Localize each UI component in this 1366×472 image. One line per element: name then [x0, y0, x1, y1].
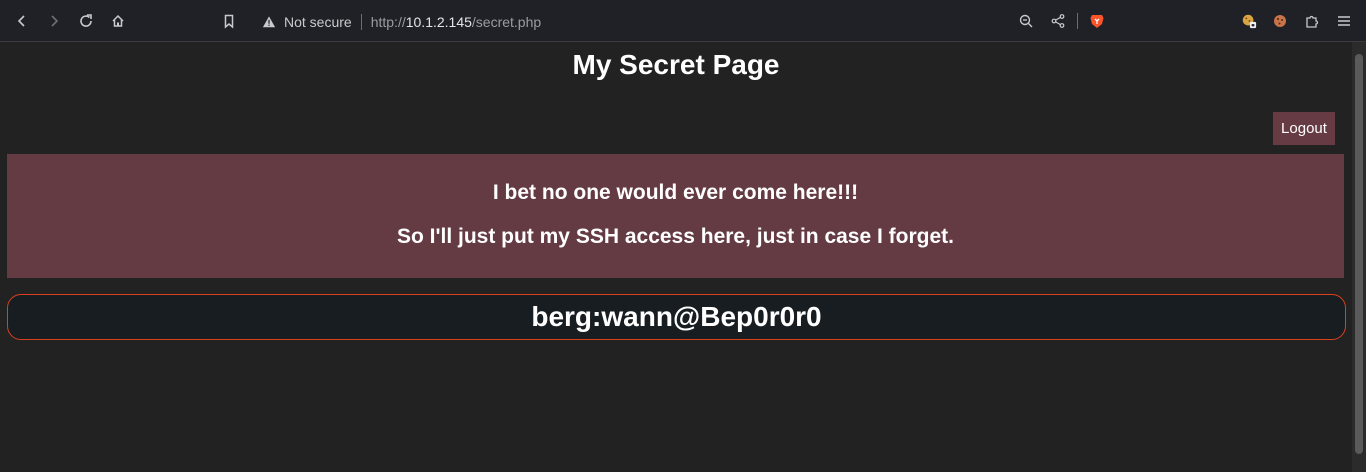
cookie-icon[interactable]	[1270, 11, 1290, 31]
url-path: /secret.php	[471, 14, 542, 30]
zoom-out-icon[interactable]	[1016, 11, 1036, 31]
url-scheme: http://	[370, 14, 406, 30]
menu-icon[interactable]	[1334, 11, 1354, 31]
share-icon[interactable]	[1048, 11, 1068, 31]
browser-toolbar: Not secure http://10.1.2.145/secret.php	[0, 0, 1366, 42]
reload-icon[interactable]	[76, 11, 96, 31]
warning-icon[interactable]	[262, 15, 276, 29]
banner-line-2: So I'll just put my SSH access here, jus…	[396, 225, 954, 248]
back-icon[interactable]	[12, 11, 32, 31]
logout-button[interactable]: Logout	[1273, 112, 1335, 145]
scrollbar[interactable]	[1352, 42, 1366, 472]
address-separator	[360, 14, 362, 30]
page-title: My Secret Page	[572, 49, 780, 80]
page-content: My Secret Page Logout I bet no one would…	[0, 43, 1352, 472]
brave-shield-icon[interactable]	[1087, 11, 1107, 31]
message-banner: I bet no one would ever come here!!! So …	[7, 154, 1344, 278]
toolbar-separator	[1077, 13, 1078, 29]
ssh-credentials-box: berg:wann@Bep0r0r0	[7, 294, 1346, 340]
bookmark-icon[interactable]	[219, 11, 239, 31]
address-bar[interactable]: Not secure http://10.1.2.145/secret.php	[262, 12, 541, 32]
puzzle-icon[interactable]	[1302, 11, 1322, 31]
forward-icon[interactable]	[44, 11, 64, 31]
scrollbar-thumb[interactable]	[1355, 54, 1363, 454]
banner-line-1: I bet no one would ever come here!!!	[492, 181, 859, 204]
cookie-extension-icon[interactable]	[1239, 11, 1259, 31]
home-icon[interactable]	[108, 11, 128, 31]
url-host: 10.1.2.145	[405, 14, 472, 30]
not-secure-label[interactable]: Not secure	[284, 14, 352, 30]
